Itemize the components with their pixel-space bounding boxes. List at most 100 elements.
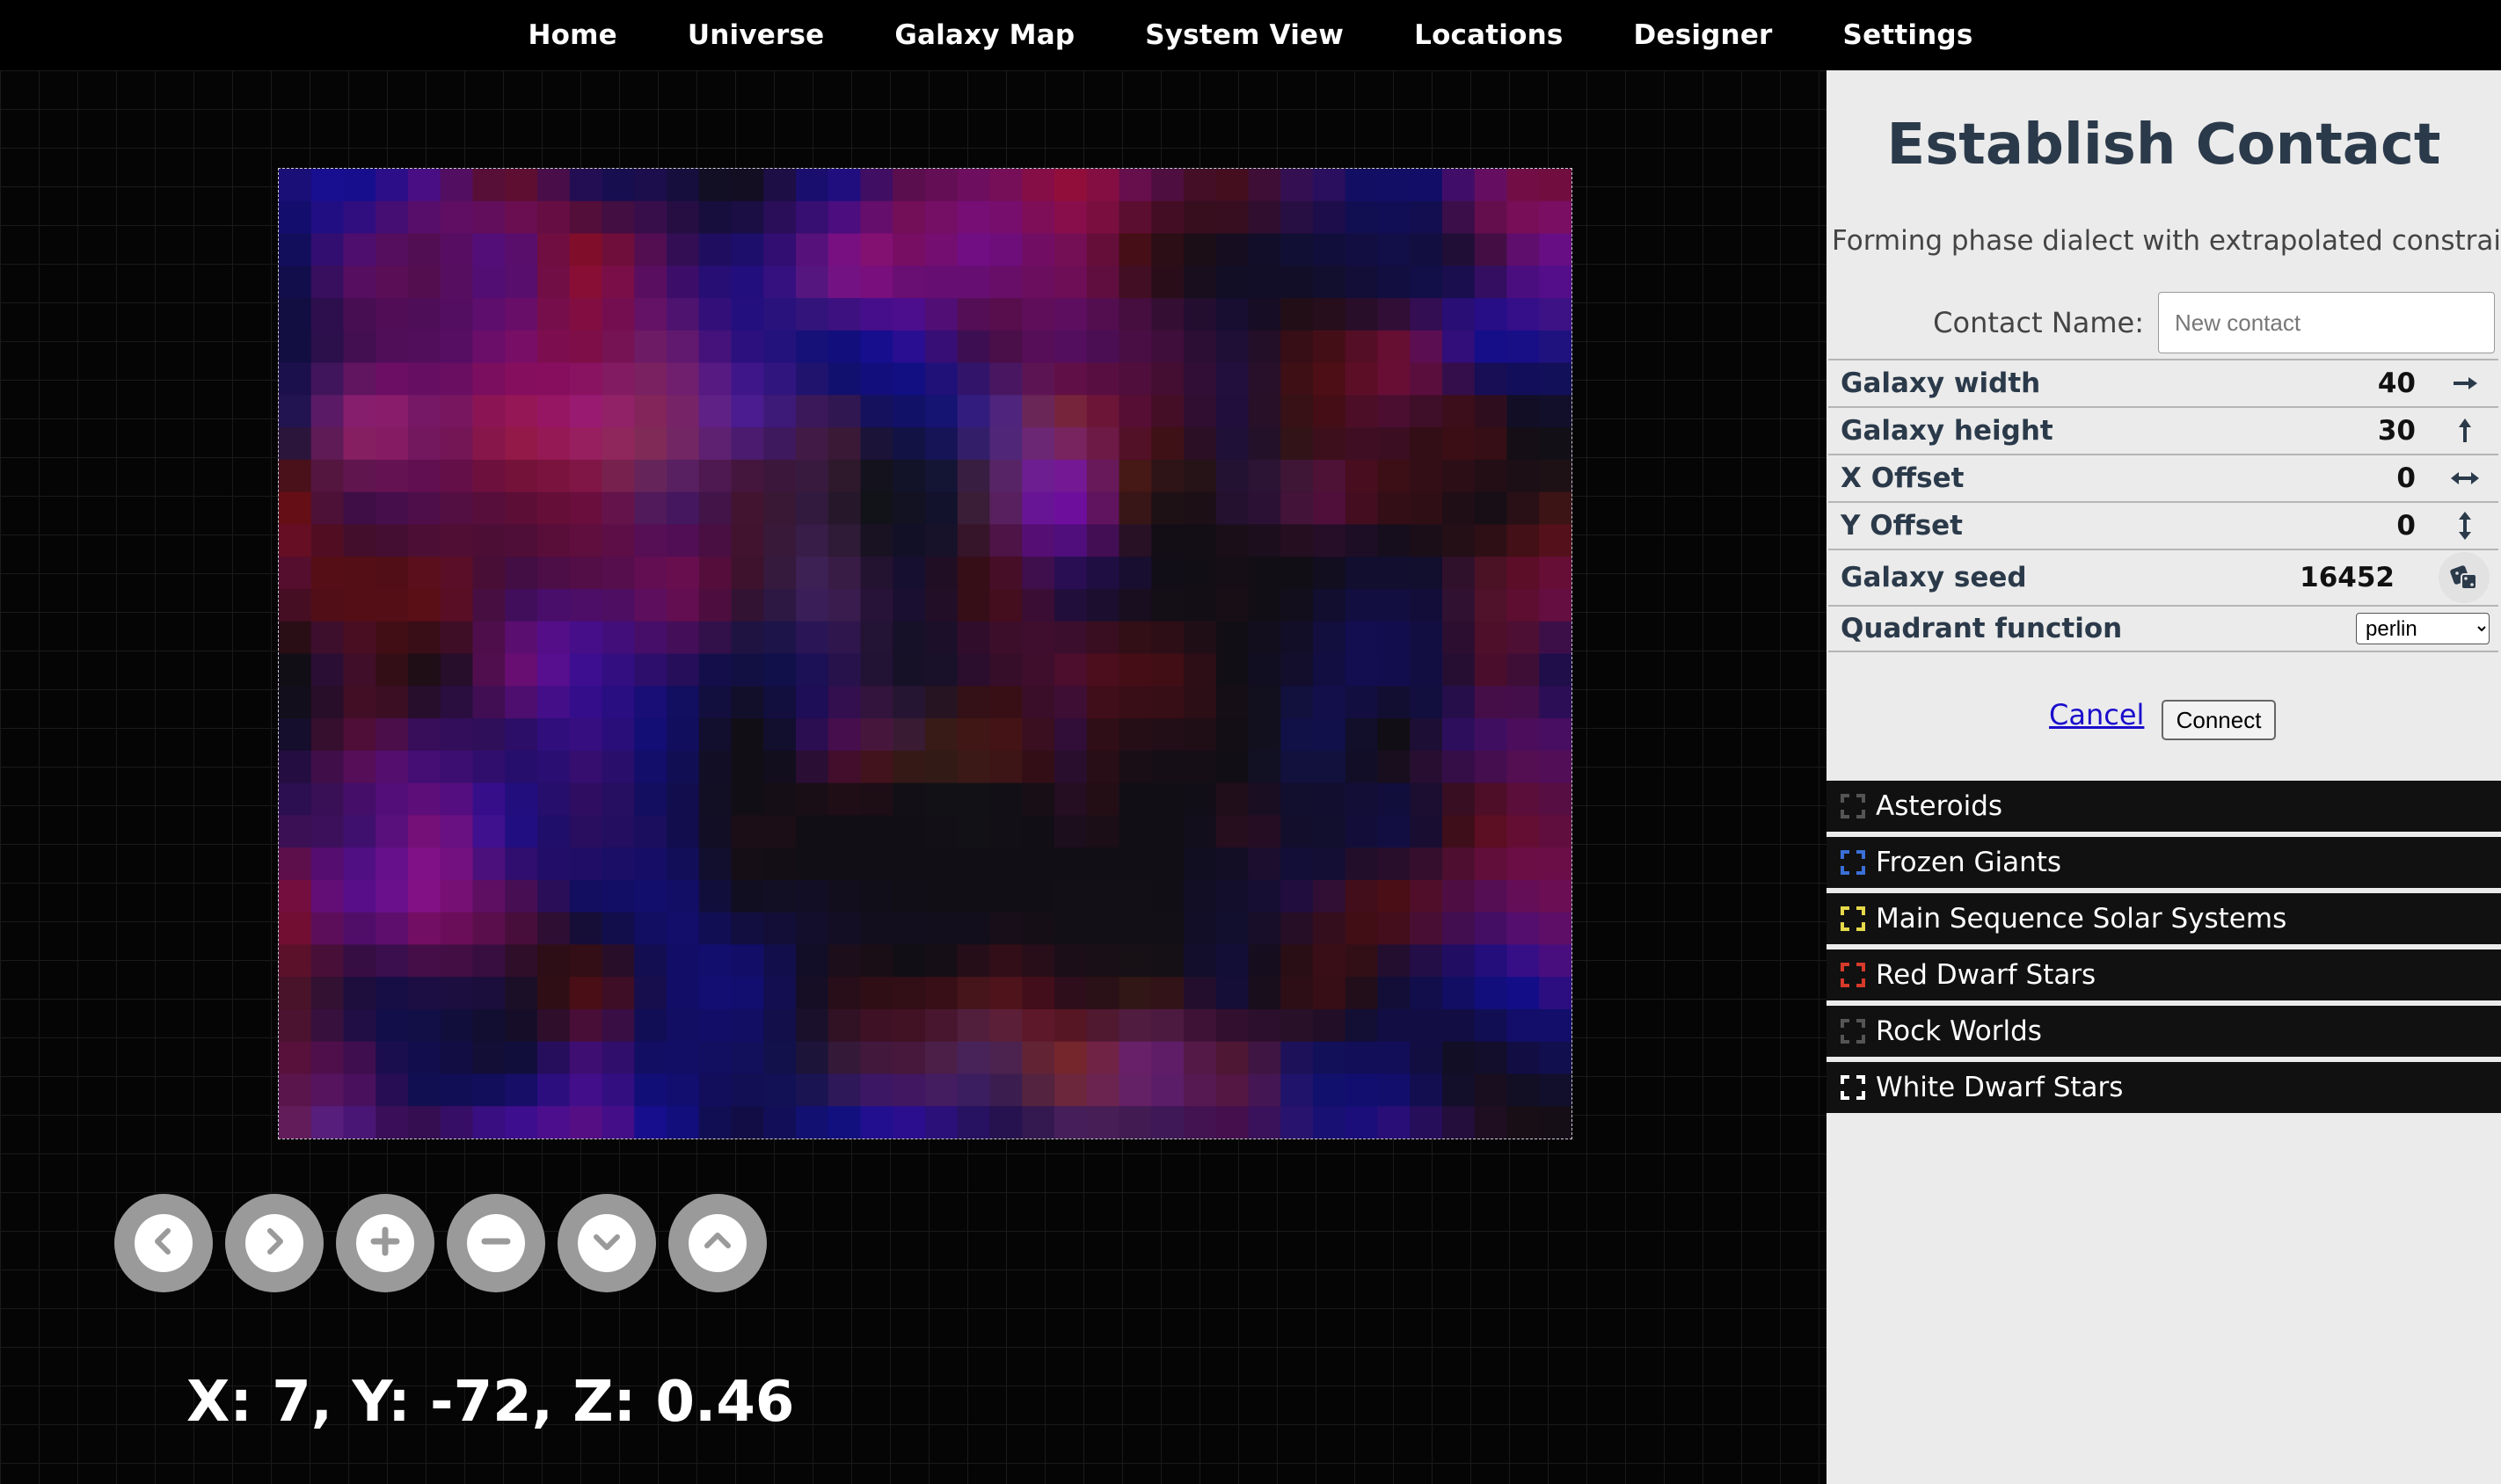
galaxy-cell: [1215, 491, 1250, 526]
dice-icon[interactable]: [2439, 552, 2490, 603]
param-value[interactable]: 0: [2396, 510, 2416, 542]
pan-up-button[interactable]: [668, 1194, 767, 1292]
param-galaxy-seed[interactable]: Galaxy seed 16452: [1828, 549, 2498, 605]
galaxy-cell: [505, 459, 538, 493]
nav-galaxy-map[interactable]: Galaxy Map: [859, 19, 1110, 51]
galaxy-cell: [989, 459, 1023, 493]
category-item[interactable]: Asteroids: [1827, 781, 2501, 832]
galaxy-cell: [1022, 556, 1055, 590]
galaxy-cell: [1410, 815, 1443, 848]
galaxy-cell: [893, 912, 926, 946]
galaxy-cell: [828, 815, 862, 848]
map-area: X: 7, Y: -72, Z: 0.46: [0, 70, 1827, 1484]
galaxy-cell: [569, 653, 603, 687]
param-y-offset[interactable]: Y Offset 0: [1828, 501, 2498, 549]
pan-down-button[interactable]: [558, 1194, 656, 1292]
category-item[interactable]: Main Sequence Solar Systems: [1827, 893, 2501, 944]
galaxy-cell: [376, 750, 409, 784]
pan-right-button[interactable]: [225, 1194, 324, 1292]
panel-title: Establish Contact: [1886, 113, 2441, 178]
galaxy-cell: [1506, 1041, 1540, 1075]
galaxy-cell: [472, 588, 506, 622]
galaxy-cell: [1313, 750, 1346, 784]
galaxy-cell: [1215, 298, 1250, 331]
galaxy-cell: [537, 1008, 571, 1043]
cancel-link[interactable]: Cancel: [2049, 698, 2144, 731]
galaxy-cell: [828, 330, 862, 364]
galaxy-cell: [376, 1008, 409, 1043]
galaxy-cell: [1410, 847, 1443, 881]
galaxy-cell: [310, 1008, 345, 1043]
galaxy-cell: [731, 298, 764, 331]
galaxy-cell: [698, 524, 733, 557]
category-item[interactable]: Frozen Giants: [1827, 837, 2501, 888]
category-list: Asteroids Frozen Giants Main Sequence Sola…: [1827, 781, 2501, 1118]
param-galaxy-height[interactable]: Galaxy height 30: [1828, 406, 2498, 454]
galaxy-cell: [667, 1073, 700, 1107]
galaxy-cell: [1506, 1073, 1540, 1107]
galaxy-cell: [1313, 200, 1346, 235]
galaxy-cell: [343, 298, 376, 331]
galaxy-cell: [1086, 298, 1120, 331]
galaxy-cell: [1410, 621, 1443, 655]
zoom-out-button[interactable]: [447, 1194, 545, 1292]
galaxy-cell: [893, 1106, 926, 1138]
galaxy-cell: [1313, 298, 1346, 331]
galaxy-cell: [1119, 847, 1152, 881]
galaxy-cell: [634, 1073, 667, 1107]
galaxy-cell: [1151, 977, 1185, 1010]
galaxy-cell: [408, 200, 441, 235]
galaxy-cell: [1313, 524, 1346, 557]
nav-home[interactable]: Home: [493, 19, 653, 51]
galaxy-cell: [1410, 944, 1443, 978]
galaxy-cell: [1377, 459, 1411, 493]
galaxy-cell: [1184, 330, 1217, 364]
param-value[interactable]: 0: [2396, 462, 2416, 494]
category-item[interactable]: White Dwarf Stars: [1827, 1062, 2501, 1113]
galaxy-cell: [1151, 1106, 1185, 1138]
bracket-square-icon: [1841, 1075, 1865, 1100]
galaxy-cell: [505, 944, 538, 978]
galaxy-cell: [310, 718, 345, 752]
zoom-in-button[interactable]: [336, 1194, 434, 1292]
category-item[interactable]: Rock Worlds: [1827, 1006, 2501, 1057]
param-value[interactable]: 40: [2378, 367, 2416, 399]
galaxy-cell: [667, 330, 700, 364]
galaxy-cell: [1377, 200, 1411, 235]
galaxy-cell: [1119, 524, 1152, 557]
galaxy-cell: [537, 556, 571, 590]
galaxy-cell: [408, 362, 441, 396]
galaxy-cell: [1474, 491, 1508, 526]
param-value[interactable]: 16452: [2300, 562, 2395, 593]
param-x-offset[interactable]: X Offset 0: [1828, 454, 2498, 501]
nav-settings[interactable]: Settings: [1808, 19, 2009, 51]
galaxy-cell: [602, 362, 635, 396]
galaxy-cell: [505, 395, 538, 428]
galaxy-cell: [537, 653, 571, 687]
contact-name-input[interactable]: [2158, 292, 2495, 353]
galaxy-cell: [828, 782, 862, 817]
connect-button[interactable]: Connect: [2162, 700, 2276, 740]
quadrant-function-select[interactable]: perlin: [2356, 613, 2490, 644]
param-value[interactable]: 30: [2378, 415, 2416, 447]
galaxy-cell: [1506, 362, 1540, 396]
galaxy-cell: [1474, 524, 1508, 557]
galaxy-cell: [602, 427, 635, 461]
nav-universe[interactable]: Universe: [653, 19, 859, 51]
nav-system-view[interactable]: System View: [1110, 19, 1379, 51]
galaxy-cell: [1474, 588, 1508, 622]
galaxy-cell: [310, 459, 345, 493]
category-item[interactable]: Red Dwarf Stars: [1827, 949, 2501, 1000]
pan-left-button[interactable]: [114, 1194, 213, 1292]
galaxy-cell: [989, 588, 1023, 622]
nav-designer[interactable]: Designer: [1599, 19, 1808, 51]
galaxy-cell: [505, 1041, 538, 1075]
galaxy-cell: [1410, 1008, 1443, 1043]
galaxy-cell: [1119, 912, 1152, 946]
param-galaxy-width[interactable]: Galaxy width 40: [1828, 359, 2498, 406]
galaxy-cell: [957, 459, 991, 493]
galaxy-preview-canvas[interactable]: [278, 168, 1572, 1139]
nav-locations[interactable]: Locations: [1379, 19, 1598, 51]
galaxy-cell: [1054, 200, 1088, 235]
galaxy-cell: [310, 169, 345, 202]
